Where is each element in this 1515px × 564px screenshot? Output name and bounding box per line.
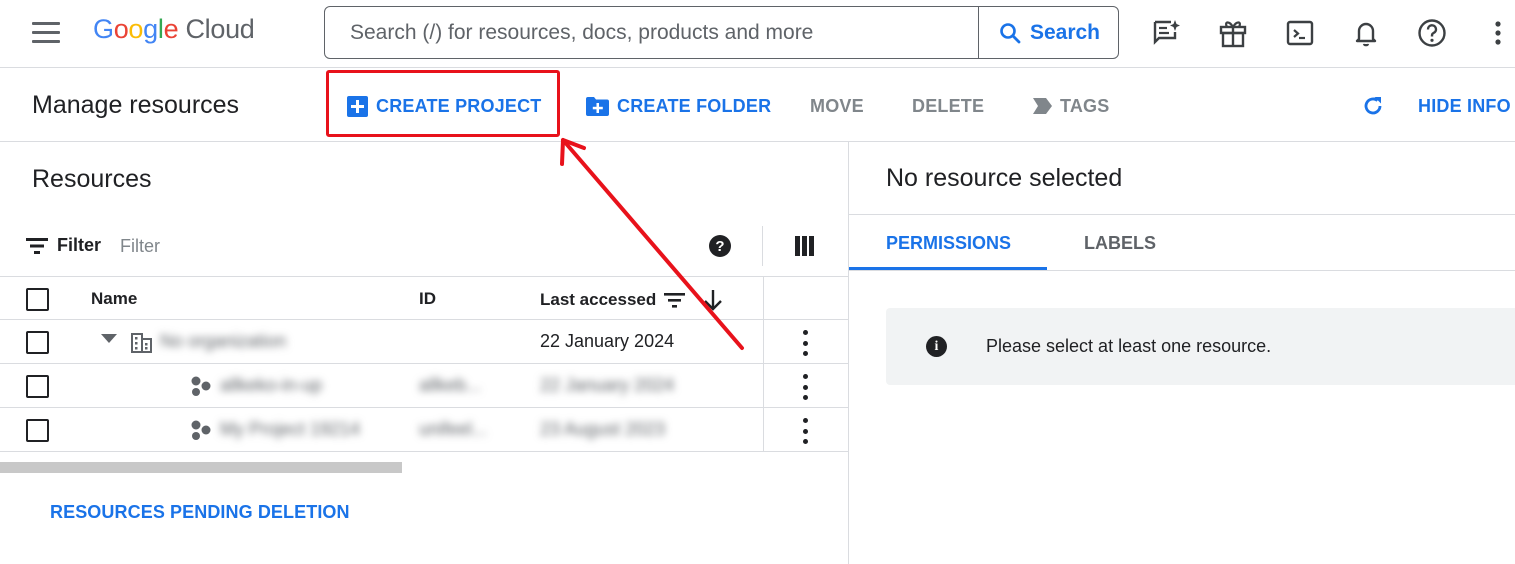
search-icon [1000,22,1021,43]
column-header-name[interactable]: Name [91,289,137,309]
create-project-label: CREATE PROJECT [376,95,542,116]
last-accessed-date: 22 January 2024 [540,331,675,351]
notice-text: Please select at least one resource. [986,336,1272,356]
row-checkbox[interactable] [26,331,49,354]
row-actions-more-icon[interactable] [798,330,812,356]
resources-heading: Resources [32,165,152,193]
logo-letter: o [128,14,144,44]
logo-letter: g [143,14,158,44]
hide-info-button[interactable]: HIDE INFO [1418,94,1511,118]
search-button-label: Search [1029,20,1101,44]
logo-letter: o [113,14,129,44]
logo-cloud-text: Cloud [178,14,255,44]
sort-descending-arrow-icon[interactable] [703,289,723,311]
column-header-id[interactable]: ID [419,289,436,309]
last-accessed-date: 22 January 2024 [540,375,675,395]
info-icon: i [926,336,947,357]
sort-filter-icon [664,293,686,308]
create-folder-button[interactable]: CREATE FOLDER [586,94,771,118]
table-row[interactable]: My Project 19214 unifeel... 23 August 20… [0,408,848,452]
table-header-row: Name ID Last accessed [0,276,848,321]
info-notice: i Please select at least one resource. [886,308,1515,385]
last-accessed-label: Last accessed [540,290,657,309]
more-vert-icon[interactable] [1481,16,1515,50]
search-input[interactable] [326,8,976,57]
column-display-icon[interactable] [795,236,815,256]
row-actions-more-icon[interactable] [798,418,812,444]
page-toolbar: Manage resources CREATE PROJECT CREATE F… [0,69,1515,142]
help-icon[interactable] [1415,16,1449,50]
last-accessed-date: 23 August 2023 [540,419,666,439]
refresh-icon [1364,97,1382,115]
filter-icon [26,238,48,254]
hide-info-label: HIDE INFO [1418,95,1511,116]
actions-column-divider [763,277,764,321]
active-tab-indicator [849,267,1047,270]
ai-chat-icon[interactable] [1149,16,1183,50]
column-header-last-accessed[interactable]: Last accessed [540,289,723,311]
resources-table: Name ID Last accessed No organization 22… [0,276,848,452]
move-button[interactable]: MOVE [810,94,864,118]
search-button[interactable]: Search [978,7,1119,58]
terminal-icon[interactable] [1283,16,1317,50]
top-app-bar: Google Cloud Search [0,0,1515,68]
refresh-button[interactable] [1362,94,1384,118]
actions-column-divider [763,320,764,364]
resources-pending-deletion-link[interactable]: RESOURCES PENDING DELETION [50,502,350,523]
table-row[interactable]: No organization 22 January 2024 [0,320,848,364]
row-checkbox[interactable] [26,375,49,398]
tags-label: TAGS [1060,95,1110,116]
tab-labels[interactable]: LABELS [1084,233,1156,254]
bell-icon[interactable] [1349,16,1383,50]
add-box-icon [347,95,368,117]
toolbar-divider [762,226,763,266]
logo-letter: G [93,14,114,44]
project-icon [191,376,211,396]
google-cloud-logo[interactable]: Google Cloud [93,14,255,45]
filter-input[interactable] [120,233,680,259]
select-all-checkbox[interactable] [26,288,49,311]
resource-name[interactable]: My Project 19214 [220,419,360,440]
project-icon [191,420,211,440]
info-panel-title: No resource selected [886,164,1123,192]
filter-label: Filter [57,235,102,255]
table-row[interactable]: allkeko-in-up allkeb... 22 January 2024 [0,364,848,408]
create-folder-icon [586,96,609,116]
tab-permissions[interactable]: PERMISSIONS [886,233,1011,254]
actions-column-divider [763,364,764,408]
search-bar: Search [324,6,1119,59]
resource-name[interactable]: No organization [160,331,286,352]
table-help-icon[interactable]: ? [709,235,731,257]
filter-bar: Filter ? [0,222,848,276]
move-label: MOVE [810,95,864,116]
delete-button[interactable]: DELETE [912,94,984,118]
hamburger-menu-icon[interactable] [32,22,60,44]
page-title: Manage resources [32,91,240,119]
info-panel: No resource selected PERMISSIONS LABELS … [848,142,1515,564]
row-actions-more-icon[interactable] [798,374,812,400]
resource-id: unifeel... [419,419,488,439]
resource-id: allkeb... [419,375,482,395]
resource-name[interactable]: allkeko-in-up [220,375,322,396]
row-checkbox[interactable] [26,419,49,442]
gift-icon[interactable] [1216,16,1250,50]
actions-column-divider [763,408,764,452]
info-tabs: PERMISSIONS LABELS [849,215,1515,271]
create-folder-label: CREATE FOLDER [617,95,772,116]
expand-caret-icon[interactable] [101,334,117,344]
tag-icon [1033,98,1052,114]
delete-label: DELETE [912,95,985,116]
tags-button[interactable]: TAGS [1033,94,1109,118]
create-project-button[interactable]: CREATE PROJECT [347,94,542,118]
logo-letter: e [163,14,179,44]
organization-icon [131,333,152,353]
logo-google-wordmark: Google [93,14,179,44]
horizontal-scrollbar[interactable] [0,462,402,473]
